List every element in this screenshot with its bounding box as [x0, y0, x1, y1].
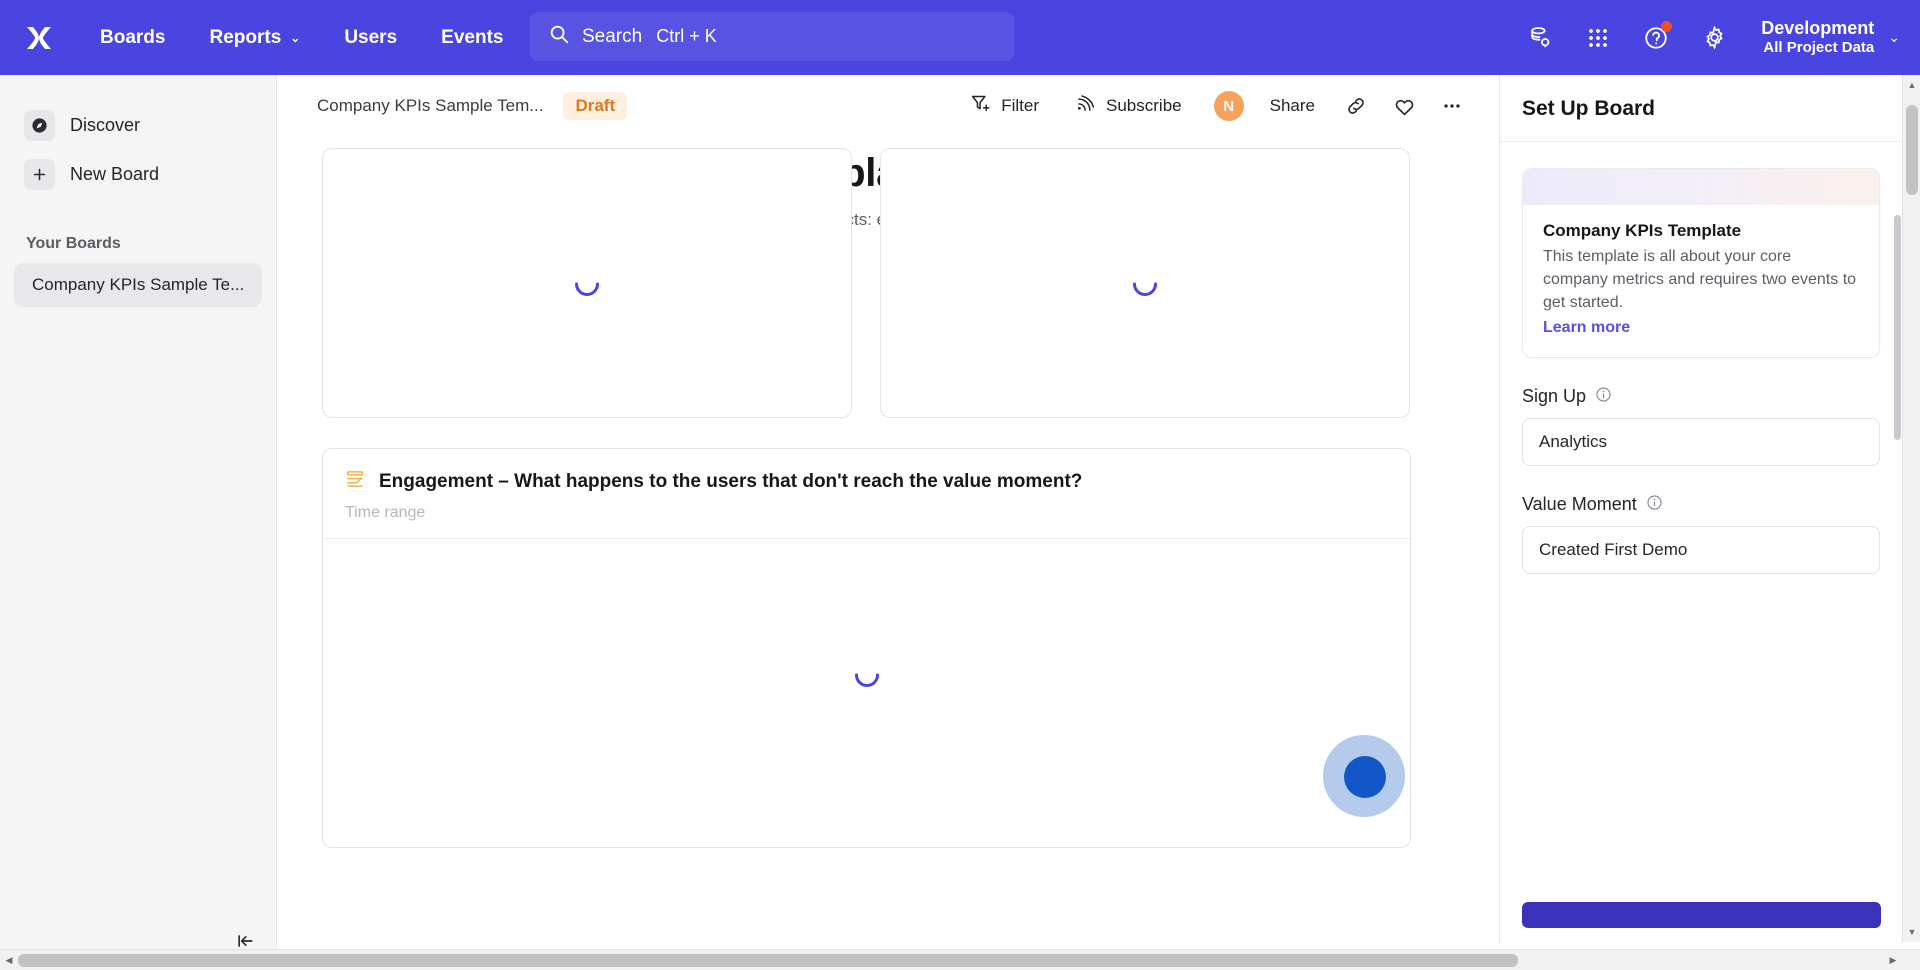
primary-action-button[interactable] — [1522, 902, 1881, 928]
value-moment-label-text: Value Moment — [1522, 494, 1637, 515]
promo-gradient-banner — [1523, 169, 1879, 205]
subscribe-button[interactable]: Subscribe — [1065, 87, 1192, 125]
promo-description: This template is all about your core com… — [1543, 248, 1857, 312]
filter-plus-icon — [970, 93, 991, 119]
project-selector[interactable]: Development All Project Data ⌄ — [1761, 17, 1900, 58]
nav-item-events[interactable]: Events — [419, 19, 525, 57]
scroll-left-arrow-icon[interactable]: ◀ — [0, 950, 18, 970]
loading-spinner-icon — [852, 659, 882, 689]
avatar-initial: N — [1223, 97, 1235, 115]
sidebar-item-discover[interactable]: Discover — [14, 101, 262, 150]
breadcrumb[interactable]: Company KPIs Sample Tem... — [317, 96, 543, 116]
avatar[interactable]: N — [1213, 91, 1244, 121]
mixpanel-logo[interactable] — [0, 22, 78, 54]
chevron-down-icon: ⌄ — [1888, 29, 1900, 45]
filter-button-label: Filter — [1001, 96, 1040, 115]
compass-icon — [24, 110, 55, 141]
engagement-card-title: Engagement – What happens to the users t… — [379, 470, 1083, 492]
nav-item-reports-label: Reports — [209, 26, 282, 48]
loading-spinner-icon — [1130, 268, 1160, 298]
app-root: Boards Reports ⌄ Users Events Search Ctr… — [0, 0, 1920, 970]
vertical-scrollbar-thumb[interactable] — [1906, 105, 1918, 195]
nav-item-reports[interactable]: Reports ⌄ — [187, 19, 322, 57]
data-management-icon[interactable] — [1521, 19, 1559, 57]
subscribe-button-label: Subscribe — [1106, 96, 1182, 115]
settings-gear-icon[interactable] — [1695, 19, 1733, 57]
search-shortcut-hint: Ctrl + K — [656, 26, 717, 46]
project-scope: All Project Data — [1763, 39, 1875, 57]
value-moment-event-select[interactable]: Created First Demo — [1522, 525, 1880, 574]
sign-up-field-label: Sign Up — [1522, 386, 1902, 408]
engagement-card-time-range[interactable]: Time range — [345, 504, 1388, 522]
top-navigation-bar: Boards Reports ⌄ Users Events Search Ctr… — [0, 0, 1920, 75]
sidebar-board-item[interactable]: Company KPIs Sample Te... — [14, 263, 262, 307]
search-icon — [548, 23, 570, 50]
value-moment-field-label: Value Moment — [1522, 494, 1902, 516]
sidebar-item-new-board[interactable]: New Board — [14, 150, 262, 199]
value-moment-event-value: Created First Demo — [1539, 539, 1688, 559]
engagement-card-header: Engagement – What happens to the users t… — [323, 449, 1410, 522]
flow-report-icon — [345, 469, 365, 494]
share-button[interactable]: Share — [1260, 90, 1325, 122]
info-icon[interactable] — [1646, 494, 1663, 516]
status-badge: Draft — [563, 92, 628, 120]
board-main-content: Company KPIs Sample Tem... Draft Filter — [277, 75, 1499, 942]
sidebar-item-discover-label: Discover — [70, 115, 141, 135]
notification-dot — [1661, 20, 1673, 32]
kpi-card-left[interactable] — [322, 148, 852, 418]
plus-icon — [24, 159, 55, 190]
scroll-down-arrow-icon[interactable]: ▼ — [1903, 922, 1920, 942]
favorite-heart-icon[interactable] — [1387, 89, 1421, 123]
help-icon[interactable] — [1637, 19, 1675, 57]
nav-item-events-label: Events — [441, 26, 504, 48]
search-container: Search Ctrl + K — [530, 12, 1014, 61]
more-options-icon[interactable] — [1435, 89, 1469, 123]
chevron-down-icon: ⌄ — [290, 30, 301, 45]
promo-heading: Company KPIs Template — [1543, 221, 1742, 240]
sidebar-board-item-label: Company KPIs Sample Te... — [32, 275, 245, 294]
nav-item-users-label: Users — [344, 26, 398, 48]
learn-more-link[interactable]: Learn more — [1543, 319, 1630, 337]
project-name: Development — [1761, 17, 1875, 38]
nav-item-boards[interactable]: Boards — [78, 19, 187, 57]
horizontal-scrollbar-thumb[interactable] — [18, 954, 1518, 967]
promo-card-body: Company KPIs Template This template is a… — [1523, 205, 1879, 357]
primary-nav-links: Boards Reports ⌄ Users Events — [78, 19, 525, 57]
sidebar-item-new-board-label: New Board — [70, 164, 160, 184]
engagement-report-card[interactable]: Engagement – What happens to the users t… — [322, 448, 1411, 848]
info-icon[interactable] — [1595, 386, 1612, 408]
search-input[interactable]: Search Ctrl + K — [530, 12, 1014, 61]
copy-link-icon[interactable] — [1339, 89, 1373, 123]
setup-board-panel-title: Set Up Board — [1522, 97, 1656, 120]
nav-item-users[interactable]: Users — [322, 19, 419, 57]
sign-up-event-value: Analytics — [1539, 431, 1608, 451]
template-promo-card: Company KPIs Template This template is a… — [1522, 168, 1880, 358]
filter-button[interactable]: Filter — [960, 87, 1049, 125]
engagement-card-title-row: Engagement – What happens to the users t… — [345, 469, 1388, 494]
subscribe-rss-icon — [1075, 93, 1096, 119]
scroll-up-arrow-icon[interactable]: ▲ — [1903, 75, 1920, 95]
kpi-card-row — [322, 148, 1499, 418]
share-button-label: Share — [1269, 96, 1315, 115]
sidebar-section-your-boards: Your Boards — [26, 235, 121, 252]
apps-grid-icon[interactable] — [1579, 19, 1617, 57]
divider — [1500, 141, 1902, 142]
nav-item-boards-label: Boards — [100, 26, 166, 48]
loading-spinner-icon — [572, 268, 602, 298]
sign-up-label-text: Sign Up — [1522, 386, 1587, 407]
engagement-card-body — [323, 539, 1410, 809]
board-toolbar: Company KPIs Sample Tem... Draft Filter — [277, 75, 1499, 137]
scroll-right-arrow-icon[interactable]: ▶ — [1884, 950, 1902, 970]
kpi-card-right[interactable] — [880, 148, 1410, 418]
sign-up-event-select[interactable]: Analytics — [1522, 417, 1880, 466]
search-placeholder: Search — [582, 25, 643, 47]
vertical-scrollbar[interactable]: ▲ ▼ — [1902, 75, 1920, 942]
horizontal-scrollbar[interactable]: ◀ ▶ — [0, 949, 1920, 970]
setup-board-panel: Set Up Board Company KPIs Template This … — [1499, 75, 1902, 942]
panel-scrollbar-thumb[interactable] — [1894, 215, 1901, 440]
top-nav-right-actions: Development All Project Data ⌄ — [1521, 0, 1904, 75]
sidebar: Discover New Board Your Boards Company K… — [0, 75, 277, 970]
